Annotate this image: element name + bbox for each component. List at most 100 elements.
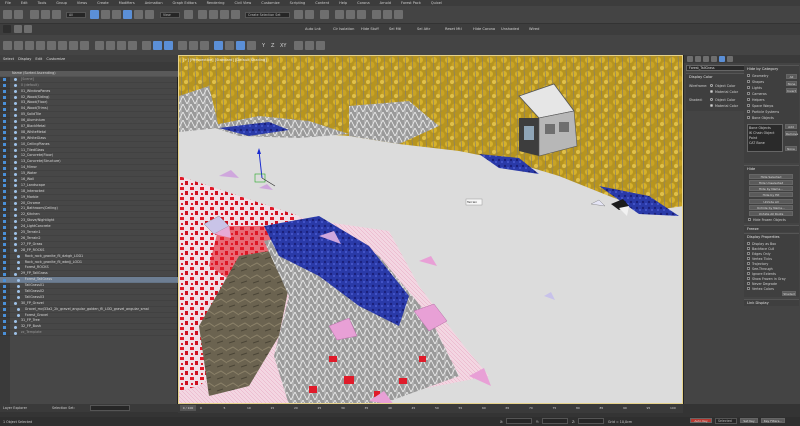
menu-item-corona[interactable]: Corona — [352, 1, 374, 5]
hide-frozen-checkbox[interactable] — [748, 218, 751, 221]
visibility-toggle-icon[interactable] — [17, 284, 20, 288]
display-prop-checkbox[interactable] — [747, 257, 750, 260]
list-remove-button[interactable]: Remove — [785, 131, 798, 136]
menu-item-civil-view[interactable]: Civil View — [229, 1, 256, 5]
toolbar2-icon-b[interactable] — [24, 25, 32, 33]
explorer-menu-select[interactable]: Select — [3, 57, 14, 61]
object-name-field[interactable]: Forest_TallGrass — [686, 65, 746, 71]
visibility-toggle-icon[interactable] — [14, 213, 17, 217]
ribbon-icon-16[interactable] — [178, 41, 187, 50]
timeline[interactable]: 0 / 100 0 5 10 15 20 25 30 35 40 45 50 55 60 65 70 75 80… — [178, 404, 683, 413]
mirror-icon[interactable] — [294, 10, 303, 19]
display-color-title[interactable]: Display Color — [689, 75, 713, 79]
percent-snap-icon[interactable] — [220, 10, 229, 19]
rotate-icon[interactable] — [134, 10, 143, 19]
shaded-object-color-radio[interactable] — [710, 98, 713, 101]
category-checkbox[interactable] — [747, 116, 750, 119]
menu-item-rendering[interactable]: Rendering — [202, 1, 230, 5]
visibility-toggle-icon[interactable] — [14, 78, 17, 82]
visibility-toggle-icon[interactable] — [14, 325, 17, 329]
visibility-toggle-icon[interactable] — [14, 237, 17, 241]
ribbon-icon-17[interactable] — [189, 41, 198, 50]
align-icon[interactable] — [305, 10, 314, 19]
list-add-button[interactable]: Add — [785, 124, 797, 129]
visibility-toggle-icon[interactable] — [14, 149, 17, 153]
menu-item-create[interactable]: Create — [92, 1, 114, 5]
shaded-material-color-radio[interactable] — [710, 104, 713, 107]
time-slider[interactable]: 0 / 100 — [180, 405, 196, 411]
visibility-toggle-icon[interactable] — [14, 184, 17, 188]
visibility-toggle-icon[interactable] — [14, 160, 17, 164]
snap-toggle-icon[interactable] — [198, 10, 207, 19]
category-list-item-3[interactable]: Point — [749, 136, 757, 140]
visibility-toggle-icon[interactable] — [14, 113, 17, 117]
rectangular-selection-icon[interactable] — [112, 10, 121, 19]
toolbar2-auto-lnk-button[interactable]: Auto Lnk — [305, 27, 321, 31]
display-prop-checkbox[interactable] — [747, 277, 750, 280]
category-list-item-4[interactable]: CAT Bone — [749, 141, 765, 145]
display-prop-checkbox[interactable] — [747, 272, 750, 275]
ribbon-icon-11[interactable] — [117, 41, 126, 50]
menu-item-group[interactable]: Group — [51, 1, 72, 5]
category-checkbox[interactable] — [747, 92, 750, 95]
visibility-toggle-icon[interactable] — [14, 90, 17, 94]
set-key-button[interactable]: Set Key — [740, 418, 758, 423]
render-frame-window-icon[interactable] — [383, 10, 392, 19]
link-display-title[interactable]: Link Display — [747, 301, 769, 305]
freeze-title[interactable]: Freeze — [747, 227, 759, 231]
visibility-toggle-icon[interactable] — [17, 278, 20, 282]
category-checkbox[interactable] — [747, 98, 750, 101]
selection-filter-dropdown[interactable]: All — [66, 12, 86, 18]
reference-coordinate-dropdown[interactable]: View — [160, 12, 180, 18]
visibility-toggle-icon[interactable] — [14, 166, 17, 170]
ribbon-icon-21[interactable] — [236, 41, 245, 50]
menu-item-help[interactable]: Help — [334, 1, 352, 5]
link-icon[interactable] — [30, 10, 39, 19]
unhide-by-name-button[interactable]: Unhide by Name... — [749, 205, 793, 210]
perspective-viewport[interactable]: [+] [Perspective] [Standard] [Default Sh… — [178, 55, 683, 404]
shaded-button[interactable]: Shaded — [782, 291, 796, 296]
toolbar2-unshaded-button[interactable]: Unshaded — [501, 27, 519, 31]
list-none-button[interactable]: None — [785, 146, 797, 151]
visibility-toggle-icon[interactable] — [14, 84, 17, 88]
material-editor-icon[interactable] — [357, 10, 366, 19]
undo-icon[interactable] — [3, 10, 12, 19]
menu-item-edit[interactable]: Edit — [16, 1, 33, 5]
redo-icon[interactable] — [14, 10, 23, 19]
render-icon[interactable] — [394, 10, 403, 19]
tree-row[interactable]: zz_Template — [0, 330, 178, 337]
motion-tab-icon[interactable] — [711, 56, 717, 62]
axis-z-button[interactable]: Z — [271, 43, 274, 49]
select-object-icon[interactable] — [90, 10, 99, 19]
visibility-toggle-icon[interactable] — [14, 225, 17, 229]
hierarchy-tab-icon[interactable] — [703, 56, 709, 62]
category-checkbox[interactable] — [747, 74, 750, 77]
toolbar2-wired-button[interactable]: Wired — [529, 27, 539, 31]
bind-space-warp-icon[interactable] — [52, 10, 61, 19]
category-checkbox[interactable] — [747, 80, 750, 83]
category-checkbox[interactable] — [747, 104, 750, 107]
visibility-toggle-icon[interactable] — [14, 243, 17, 247]
curve-editor-icon[interactable] — [335, 10, 344, 19]
modify-tab-icon[interactable] — [695, 56, 701, 62]
toolbar2-reset-mtl-button[interactable]: Reset Mtl — [445, 27, 462, 31]
toolbar2-icon-a[interactable] — [14, 25, 22, 33]
visibility-toggle-icon[interactable] — [17, 261, 20, 264]
menu-item-content[interactable]: Content — [310, 1, 334, 5]
category-list-item-2[interactable]: IK Chain Object — [749, 131, 774, 135]
unhide-all-button[interactable]: Unhide All — [749, 199, 793, 204]
axis-xy-button[interactable]: XY — [280, 43, 286, 49]
x-coord-field[interactable] — [506, 418, 532, 424]
display-prop-checkbox[interactable] — [747, 262, 750, 265]
menu-item-arnold[interactable]: Arnold — [375, 1, 396, 5]
toolbar2-left-icon[interactable] — [3, 25, 11, 33]
visibility-toggle-icon[interactable] — [14, 178, 17, 182]
menu-item-forest-pack[interactable]: Forest Pack — [396, 1, 426, 5]
menu-item-customize[interactable]: Customize — [256, 1, 284, 5]
display-prop-checkbox[interactable] — [747, 247, 750, 250]
visibility-toggle-icon[interactable] — [14, 249, 17, 253]
ribbon-icon-15[interactable] — [164, 41, 173, 50]
visibility-toggle-icon[interactable] — [14, 131, 17, 135]
ribbon-icon-5[interactable] — [47, 41, 56, 50]
unlink-icon[interactable] — [41, 10, 50, 19]
